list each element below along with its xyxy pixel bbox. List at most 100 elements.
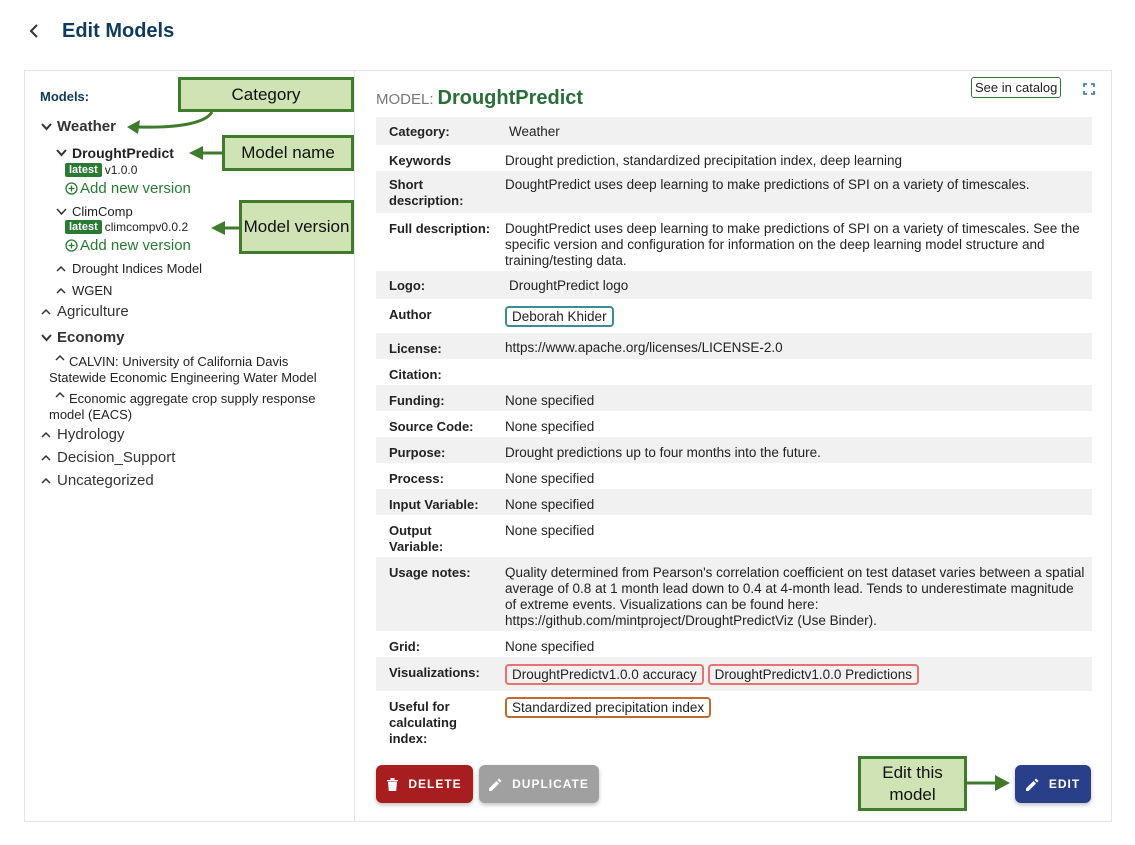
field-label: Citation:	[389, 367, 442, 382]
add-version-button[interactable]: Add new version	[65, 237, 191, 254]
row-citation: Citation:	[376, 359, 1092, 385]
model-prefix: MODEL:	[376, 91, 434, 108]
category-label: Decision_Support	[57, 449, 176, 466]
model-droughtpredict[interactable]: DroughtPredict	[55, 145, 174, 161]
field-value: None specified	[505, 419, 595, 434]
duplicate-button[interactable]: DUPLICATE	[479, 765, 599, 803]
row-purpose: Purpose: Drought predictions up to four …	[376, 437, 1092, 463]
field-value: Standardized precipitation index	[505, 697, 1085, 718]
field-label: Source Code:	[389, 419, 474, 434]
row-source-code: Source Code: None specified	[376, 411, 1092, 437]
annotation-model-version: Model version	[239, 200, 354, 254]
row-visualizations: Visualizations: DroughtPredictv1.0.0 acc…	[376, 657, 1092, 691]
field-value: Weather	[509, 124, 560, 139]
latest-badge: latest	[65, 163, 102, 177]
field-value: None specified	[505, 497, 595, 512]
field-value: Quality determined from Pearson's correl…	[505, 565, 1085, 628]
model-name: WGEN	[72, 283, 113, 298]
index-chip[interactable]: Standardized precipitation index	[505, 697, 712, 718]
duplicate-label: DUPLICATE	[512, 777, 589, 791]
field-value: https://www.apache.org/licenses/LICENSE-…	[505, 340, 783, 355]
model-name: Drought Indices Model	[72, 261, 203, 276]
row-author: Author Deborah Khider	[376, 299, 1092, 333]
fullscreen-icon[interactable]	[1083, 82, 1095, 95]
field-label: Grid:	[389, 639, 421, 654]
model-calvin[interactable]: CALVIN: University of California Davis S…	[49, 354, 349, 386]
author-chip[interactable]: Deborah Khider	[505, 306, 614, 327]
visualization-chip[interactable]: DroughtPredictv1.0.0 accuracy	[505, 664, 704, 685]
chevron-down-icon	[40, 121, 52, 133]
field-value: None specified	[505, 639, 595, 654]
field-label: Category:	[389, 124, 450, 139]
delete-button[interactable]: DELETE	[376, 765, 473, 803]
category-label: Uncategorized	[57, 472, 154, 489]
category-label: Economy	[57, 329, 125, 346]
row-grid: Grid: None specified	[376, 631, 1092, 657]
page-title: Edit Models	[62, 19, 175, 42]
add-version-button[interactable]: Add new version	[65, 180, 191, 197]
chevron-down-icon	[55, 147, 67, 159]
chevron-down-icon	[55, 206, 67, 218]
main-panel: Models: Weather DroughtPredict latest v1…	[24, 70, 1112, 822]
row-license: License: https://www.apache.org/licenses…	[376, 333, 1092, 359]
models-label: Models:	[40, 89, 90, 104]
model-eacs[interactable]: Economic aggregate crop supply response …	[49, 391, 349, 423]
row-usage-notes: Usage notes: Quality determined from Pea…	[376, 557, 1092, 631]
visualization-chip[interactable]: DroughtPredictv1.0.0 Predictions	[707, 664, 919, 685]
chevron-up-icon	[40, 452, 52, 464]
model-climcomp[interactable]: ClimComp	[55, 204, 133, 219]
see-in-catalog-button[interactable]: See in catalog	[971, 77, 1062, 98]
row-short-description: Short description: DoughtPredict uses de…	[376, 171, 1092, 213]
chevron-up-icon	[55, 263, 67, 275]
field-value: None specified	[505, 523, 595, 538]
pencil-icon	[489, 778, 502, 791]
chevron-up-icon	[40, 306, 52, 318]
annotation-model-name: Model name	[222, 135, 354, 171]
category-economy[interactable]: Economy	[40, 329, 125, 346]
field-value: Drought predictions up to four months in…	[505, 445, 821, 460]
version-label: climcompv0.0.2	[104, 220, 189, 234]
edit-button[interactable]: EDIT	[1015, 765, 1091, 803]
chevron-up-icon	[40, 475, 52, 487]
field-label: Usage notes:	[389, 565, 471, 580]
pencil-icon	[1025, 778, 1039, 791]
field-value: None specified	[505, 471, 595, 486]
field-label: Full description:	[389, 221, 491, 236]
version-row[interactable]: latest v1.0.0	[65, 163, 137, 177]
row-useful-for: Useful for calculating index: Standardiz…	[376, 691, 1092, 751]
category-uncategorized[interactable]: Uncategorized	[40, 472, 154, 489]
models-sidebar: Models: Weather DroughtPredict latest v1…	[25, 71, 355, 821]
field-label: Process:	[389, 471, 444, 486]
plus-circle-icon	[65, 182, 78, 195]
field-label: Purpose:	[389, 445, 446, 460]
field-value: Deborah Khider	[505, 306, 1085, 327]
row-logo: Logo: DroughtPredict logo	[376, 271, 1092, 299]
field-label: Short description:	[389, 177, 464, 208]
model-title: DroughtPredict	[437, 87, 584, 109]
row-output-variable: Output Variable: None specified	[376, 515, 1092, 557]
row-keywords: Keywords Drought prediction, standardize…	[376, 145, 1092, 171]
add-version-label: Add new version	[80, 180, 191, 197]
model-wgen[interactable]: WGEN	[55, 283, 112, 298]
row-category: Category: Weather	[376, 117, 1092, 145]
category-agriculture[interactable]: Agriculture	[40, 303, 129, 320]
version-row[interactable]: latest climcompv0.0.2	[65, 220, 188, 234]
category-decision-support[interactable]: Decision_Support	[40, 449, 175, 466]
field-value: DoughtPredict uses deep learning to make…	[505, 177, 1030, 192]
model-drought-indices[interactable]: Drought Indices Model	[55, 261, 202, 276]
plus-circle-icon	[65, 239, 78, 252]
category-hydrology[interactable]: Hydrology	[40, 426, 125, 443]
chevron-up-icon	[40, 429, 52, 441]
category-weather[interactable]: Weather	[40, 118, 116, 135]
back-icon[interactable]	[24, 21, 44, 41]
field-value: DoughtPredict uses deep learning to make…	[505, 221, 1080, 268]
row-process: Process: None specified	[376, 463, 1092, 489]
latest-badge: latest	[65, 220, 102, 234]
model-name: DroughtPredict	[72, 145, 174, 161]
category-label: Hydrology	[57, 426, 125, 443]
field-label: Useful for calculating index:	[389, 699, 457, 746]
row-full-description: Full description: DoughtPredict uses dee…	[376, 213, 1092, 271]
annotation-edit-model: Edit this model	[858, 756, 967, 811]
model-detail: MODEL: DroughtPredict See in catalog Cat…	[356, 71, 1111, 821]
field-value: Drought prediction, standardized precipi…	[505, 153, 903, 168]
